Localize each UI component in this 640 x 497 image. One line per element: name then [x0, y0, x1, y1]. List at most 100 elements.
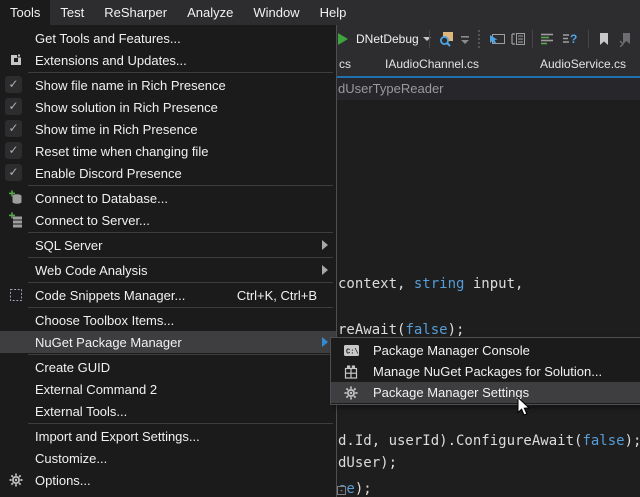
connect-server-icon: [6, 211, 26, 229]
submenu-item-package-manager-settings[interactable]: Package Manager Settings: [331, 382, 640, 403]
next-bookmark-button[interactable]: [618, 25, 634, 53]
menu-item-external-command-2[interactable]: External Command 2: [0, 378, 336, 400]
code-token: false: [582, 433, 624, 449]
menu-item-web-code-analysis[interactable]: Web Code Analysis: [0, 259, 336, 281]
menubar-item-help[interactable]: Help: [310, 0, 357, 25]
menu-item-label: Choose Toolbox Items...: [35, 313, 174, 328]
menu-item-sql-server[interactable]: SQL Server: [0, 234, 336, 256]
code-token: reAwait(: [338, 322, 405, 338]
submenu-item-label: Package Manager Console: [373, 343, 530, 358]
vs-window: context, string input, reAwait( false); d.I…: [0, 0, 640, 497]
menubar-item-window[interactable]: Window: [243, 0, 309, 25]
menu-item-create-guid[interactable]: Create GUID: [0, 356, 336, 378]
find-options-dropdown[interactable]: [459, 25, 471, 53]
gear-icon: [6, 471, 26, 489]
menu-item-customize[interactable]: Customize...: [0, 447, 336, 469]
toolbar-separator: [429, 30, 430, 48]
menu-item-nuget-package-manager[interactable]: NuGet Package Manager: [0, 331, 336, 353]
chevron-down-icon: [459, 32, 471, 46]
submenu-item-label: Manage NuGet Packages for Solution...: [373, 364, 602, 379]
menu-item-label: Extensions and Updates...: [35, 53, 187, 68]
menu-item-external-tools[interactable]: External Tools...: [0, 400, 336, 422]
console-icon: C:\: [341, 342, 361, 359]
navigate-to-cursor-button[interactable]: [488, 25, 506, 53]
toggle-bookmark-button[interactable]: [596, 25, 612, 53]
menu-item-label: Show time in Rich Presence: [35, 122, 198, 137]
tab-cs[interactable]: cs: [339, 53, 351, 76]
tab-audioservice-cs[interactable]: AudioService.cs: [540, 53, 626, 76]
menu-item-label: Customize...: [35, 451, 107, 466]
copy-document-button[interactable]: [509, 25, 527, 53]
code-token: d.Id, userId).ConfigureAwait(: [338, 433, 582, 449]
menu-item-extensions-and-updates[interactable]: Extensions and Updates...: [0, 49, 336, 71]
menu-item-label: Import and Export Settings...: [35, 429, 200, 444]
bookmark-icon: [596, 31, 612, 47]
code-fold-marker[interactable]: -: [337, 486, 346, 495]
submenu-item-label: Package Manager Settings: [373, 385, 529, 400]
menu-item-label: Code Snippets Manager...: [35, 288, 185, 303]
connect-database-icon: [6, 189, 26, 207]
menu-item-label: NuGet Package Manager: [35, 335, 182, 350]
svg-text:?: ?: [570, 32, 577, 46]
menu-item-get-tools-and-features[interactable]: Get Tools and Features...: [0, 27, 336, 49]
code-token: string: [414, 276, 465, 292]
submenu-arrow-icon: [322, 337, 328, 347]
menu-item-label: Enable Discord Presence: [35, 166, 182, 181]
gear-icon: [341, 384, 361, 401]
debug-target-label: DNetDebug: [356, 32, 419, 46]
checkmark-icon: ✓: [5, 98, 22, 115]
menu-item-label: Options...: [35, 473, 91, 488]
start-debug-button[interactable]: [338, 25, 348, 53]
code-snippets-icon: [6, 286, 26, 304]
submenu-item-manage-nuget-packages-for-solution[interactable]: Manage NuGet Packages for Solution...: [331, 361, 640, 382]
menu-bar: ToolsTestReSharperAnalyzeWindowHelp: [0, 0, 640, 25]
play-icon: [338, 33, 348, 45]
copy-lines-icon: [509, 31, 527, 47]
format-document-button[interactable]: [539, 25, 556, 53]
checkmark-icon: ✓: [5, 120, 22, 137]
member-dropdown[interactable]: dUserTypeReader: [338, 78, 444, 100]
tab-iaudiochannel-cs[interactable]: IAudioChannel.cs: [385, 53, 479, 76]
toolbar-separator: [532, 30, 533, 48]
menubar-item-test[interactable]: Test: [50, 0, 94, 25]
menu-item-label: Reset time when changing file: [35, 144, 208, 159]
menu-item-options[interactable]: Options...: [0, 469, 336, 491]
menu-item-reset-time-when-changing-file[interactable]: ✓ Reset time when changing file: [0, 140, 336, 162]
menu-item-show-time-in-rich-presence[interactable]: ✓ Show time in Rich Presence: [0, 118, 336, 140]
menu-item-label: SQL Server: [35, 238, 102, 253]
menubar-item-tools[interactable]: Tools: [0, 0, 50, 25]
menu-item-connect-to-database[interactable]: Connect to Database...: [0, 187, 336, 209]
menu-item-label: Create GUID: [35, 360, 110, 375]
tools-menu: Get Tools and Features... Extensions and …: [0, 25, 337, 497]
comment-help-button[interactable]: ?: [561, 25, 580, 53]
svg-text:C:\: C:\: [346, 349, 359, 357]
code-token: );: [355, 481, 372, 497]
menubar-item-resharper[interactable]: ReSharper: [94, 0, 177, 25]
checkmark-icon: ✓: [5, 164, 22, 181]
debug-target-dropdown[interactable]: DNetDebug: [350, 25, 431, 53]
checkmark-icon: ✓: [5, 142, 22, 159]
navigate-cursor-icon: [488, 31, 506, 47]
code-line: dUser);: [338, 455, 397, 471]
menu-item-code-snippets-manager[interactable]: Code Snippets Manager...Ctrl+K, Ctrl+B: [0, 284, 336, 306]
code-token: input,: [464, 276, 523, 292]
extensions-icon: [6, 51, 26, 69]
menu-item-import-and-export-settings[interactable]: Import and Export Settings...: [0, 425, 336, 447]
menu-item-show-solution-in-rich-presence[interactable]: ✓Show solution in Rich Presence: [0, 96, 336, 118]
code-token: );: [448, 322, 465, 338]
menubar-item-analyze[interactable]: Analyze: [177, 0, 243, 25]
find-in-files-button[interactable]: [437, 25, 455, 53]
menu-item-connect-to-server[interactable]: Connect to Server...: [0, 209, 336, 231]
nuget-package-icon: [341, 363, 361, 380]
checkmark-icon: ✓: [5, 76, 22, 93]
format-lines-icon: [539, 31, 556, 47]
mouse-cursor: [517, 397, 532, 418]
submenu-item-package-manager-console[interactable]: C:\ Package Manager Console: [331, 340, 640, 361]
menu-item-enable-discord-presence[interactable]: ✓ Enable Discord Presence: [0, 162, 336, 184]
toolbar-grip[interactable]: [478, 30, 482, 48]
code-line: context, string input,: [338, 276, 523, 292]
code-line: d.Id, userId).ConfigureAwait(false);: [338, 433, 640, 449]
submenu-arrow-icon: [322, 240, 328, 250]
menu-item-show-file-name-in-rich-presence[interactable]: ✓Show file name in Rich Presence: [0, 74, 336, 96]
menu-item-choose-toolbox-items[interactable]: Choose Toolbox Items...: [0, 309, 336, 331]
